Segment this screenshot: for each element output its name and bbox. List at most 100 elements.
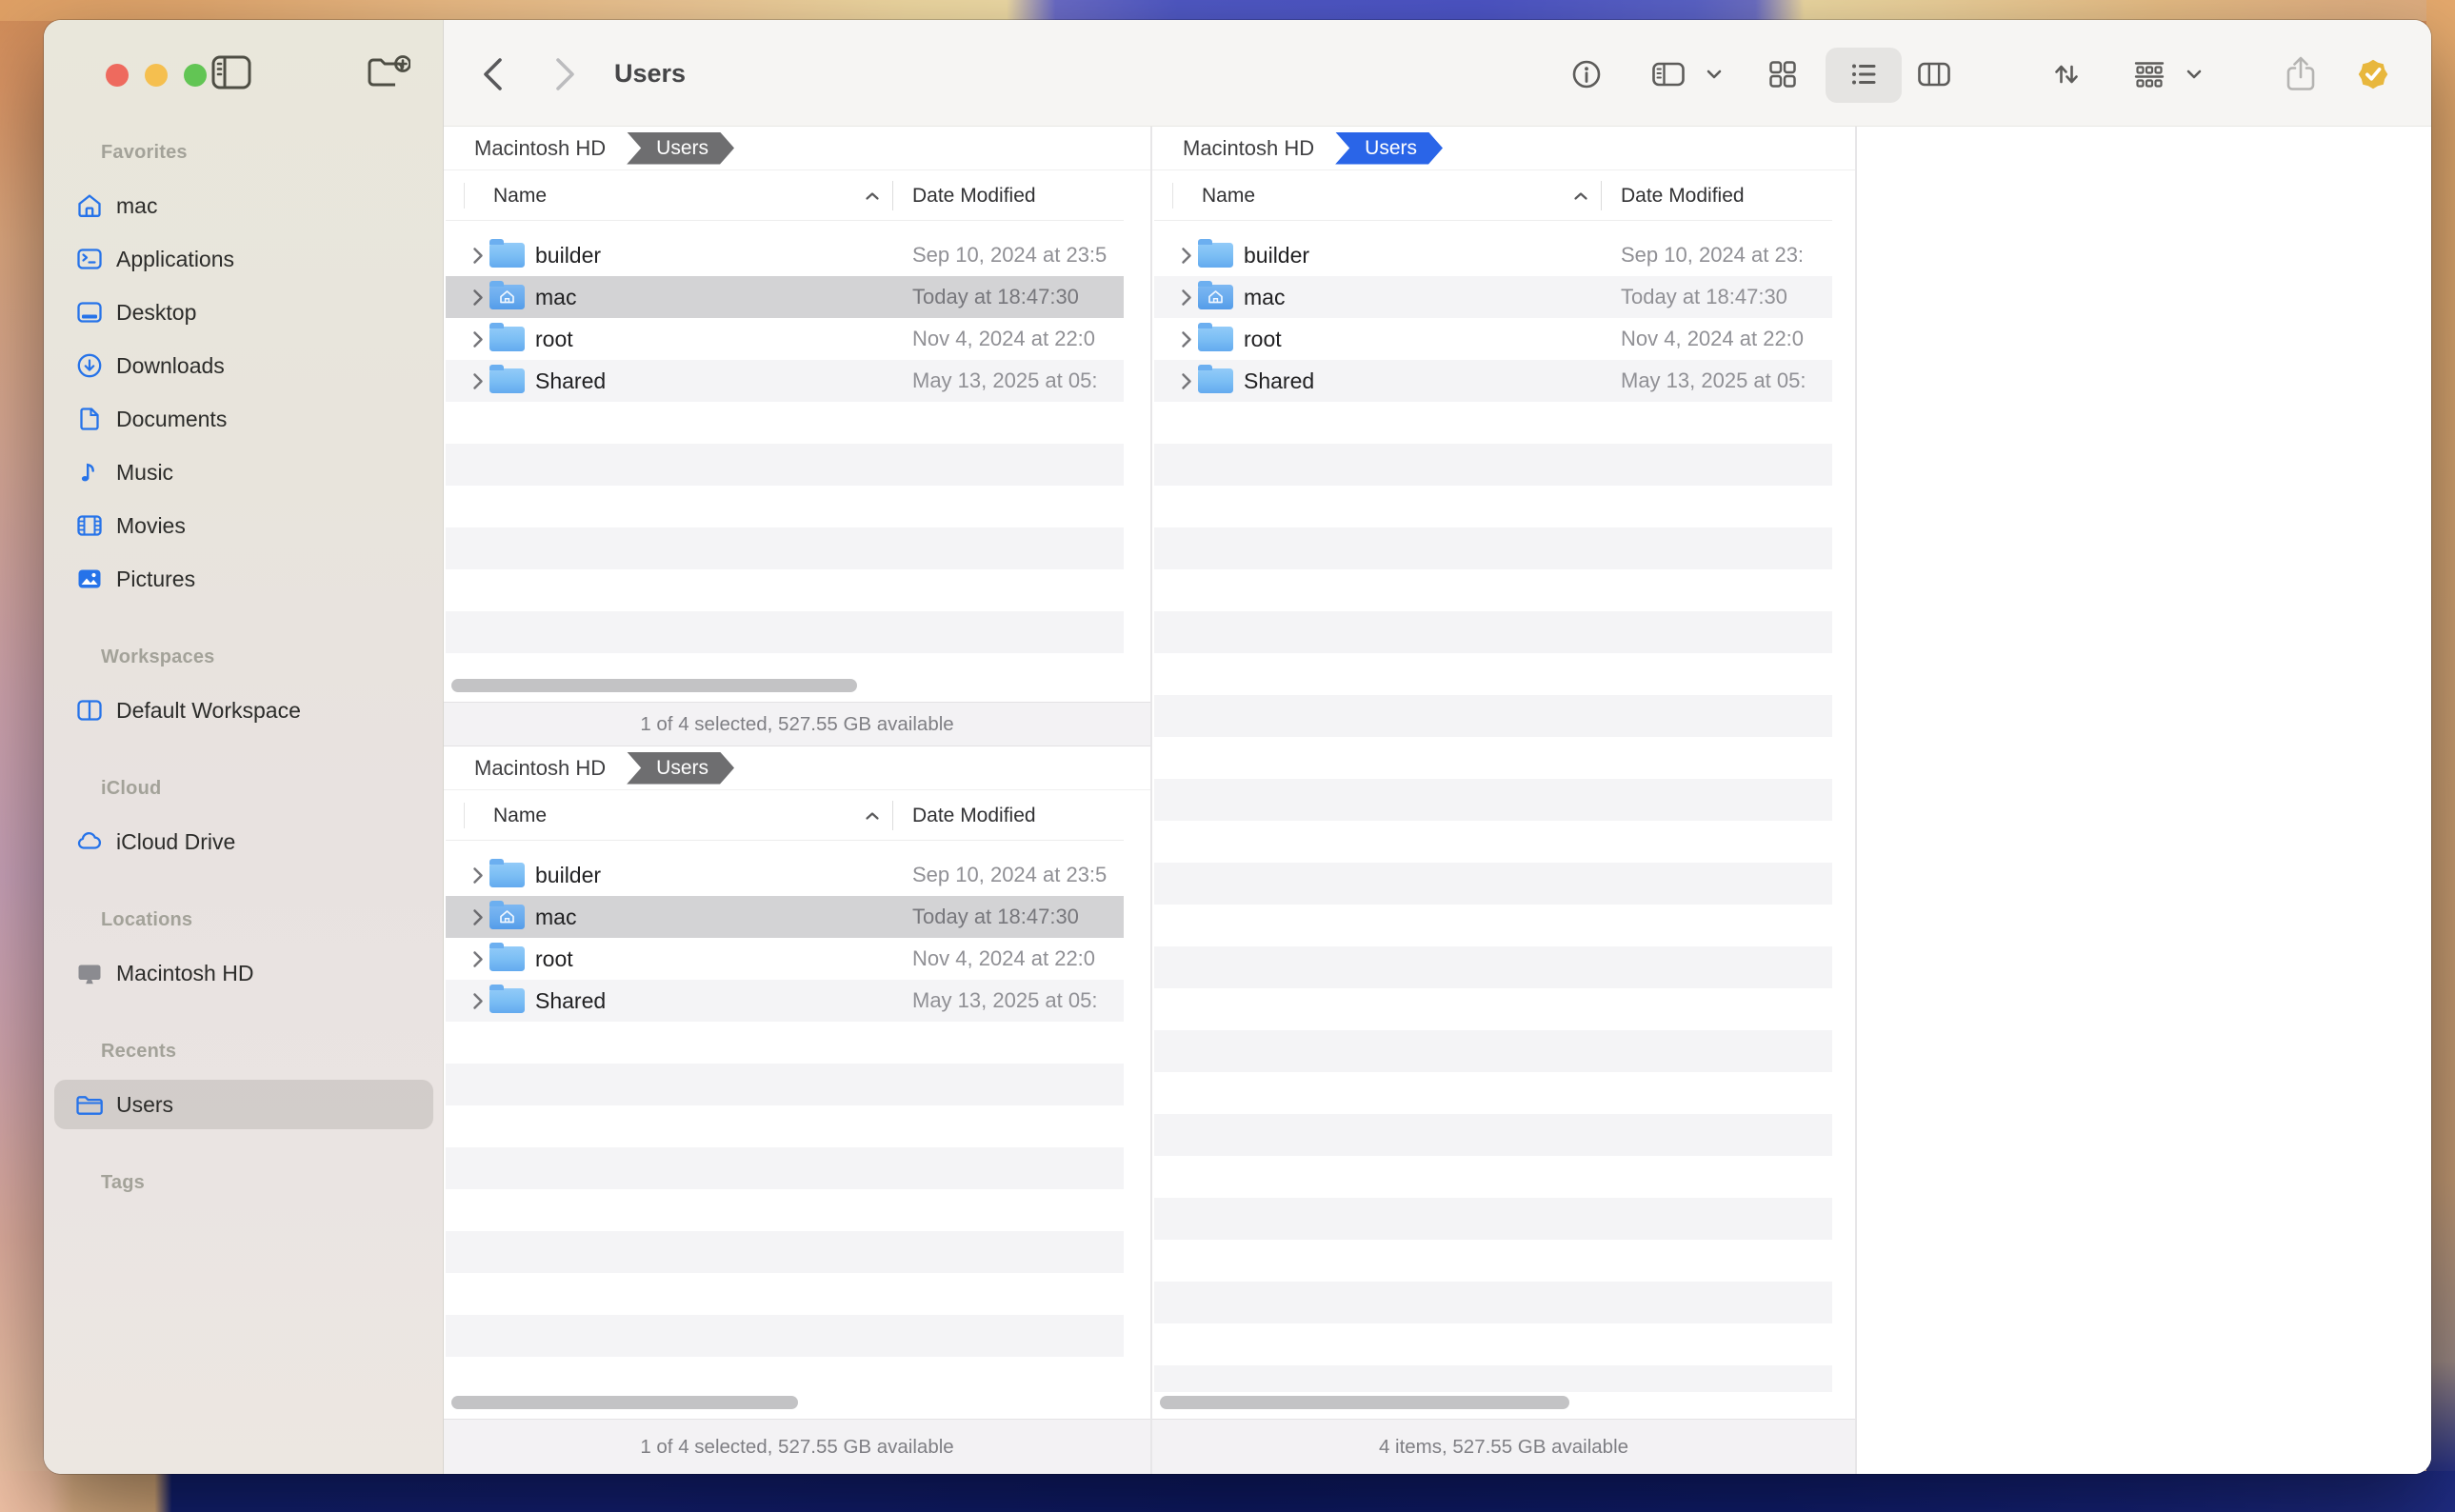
- document-icon: [74, 404, 105, 434]
- group-button[interactable]: [2128, 53, 2170, 95]
- sidebar-item-applications[interactable]: Applications: [54, 234, 433, 284]
- file-date: Nov 4, 2024 at 22:0: [912, 946, 1095, 971]
- close-button[interactable]: [106, 64, 129, 87]
- forward-button[interactable]: [545, 53, 587, 95]
- file-row-shared[interactable]: Shared May 13, 2025 at 05:: [446, 980, 1124, 1022]
- file-row-builder[interactable]: builder Sep 10, 2024 at 23:5: [446, 234, 1124, 276]
- zoom-button[interactable]: [184, 64, 207, 87]
- horizontal-scrollbar[interactable]: [451, 679, 857, 692]
- sidebar-item-documents[interactable]: Documents: [54, 394, 433, 444]
- minimize-button[interactable]: [145, 64, 168, 87]
- file-name: Shared: [535, 988, 606, 1014]
- share-button[interactable]: [2280, 51, 2322, 97]
- split-view-button[interactable]: [1647, 53, 1689, 95]
- column-header-name[interactable]: Name: [1202, 170, 1255, 221]
- group-menu-button[interactable]: [2181, 64, 2207, 85]
- sidebar-item-desktop[interactable]: Desktop: [54, 288, 433, 337]
- status-bar: 1 of 4 selected, 527.55 GB available: [444, 702, 1150, 746]
- file-row-builder[interactable]: builder Sep 10, 2024 at 23:5: [446, 854, 1124, 896]
- sidebar-item-label: Default Workspace: [116, 698, 301, 724]
- column-header-date[interactable]: Date Modified: [912, 170, 1036, 221]
- home-folder-icon: [489, 905, 525, 929]
- file-row-shared[interactable]: Shared May 13, 2025 at 05:: [1154, 360, 1832, 402]
- file-row-shared[interactable]: Shared May 13, 2025 at 05:: [446, 360, 1124, 402]
- column-header-row: Name Date Modified: [446, 790, 1124, 841]
- column-divider[interactable]: [1601, 181, 1602, 210]
- disclosure-chevron-icon[interactable]: [1181, 288, 1192, 307]
- disclosure-chevron-icon[interactable]: [472, 908, 484, 926]
- sidebar-item-icloud-drive[interactable]: iCloud Drive: [54, 817, 433, 866]
- sidebar-item-mac[interactable]: mac: [54, 181, 433, 230]
- disclosure-chevron-icon[interactable]: [472, 950, 484, 968]
- sidebar-item-macintosh-hd[interactable]: Macintosh HD: [54, 948, 433, 998]
- toggle-sidebar-button[interactable]: [210, 50, 253, 94]
- disclosure-chevron-icon[interactable]: [472, 288, 484, 307]
- folder-icon: [74, 1089, 105, 1120]
- file-row-mac[interactable]: mac Today at 18:47:30: [446, 276, 1124, 318]
- verified-badge-button[interactable]: [2352, 53, 2394, 95]
- get-info-button[interactable]: [1566, 53, 1607, 95]
- sidebar-item-users[interactable]: Users: [54, 1080, 433, 1129]
- column-header-name[interactable]: Name: [493, 790, 547, 841]
- sidebar-section-recents: Recents: [101, 1041, 176, 1063]
- disclosure-chevron-icon[interactable]: [1181, 372, 1192, 390]
- sidebar-item-label: Desktop: [116, 300, 196, 326]
- column-divider[interactable]: [892, 801, 893, 830]
- column-header-row: Name Date Modified: [446, 170, 1124, 221]
- back-button[interactable]: [471, 53, 513, 95]
- breadcrumb-volume[interactable]: Macintosh HD: [474, 756, 606, 781]
- disclosure-chevron-icon[interactable]: [472, 372, 484, 390]
- folder-icon: [1198, 243, 1233, 268]
- new-folder-icon: [367, 53, 410, 91]
- disclosure-chevron-icon[interactable]: [1181, 247, 1192, 265]
- sidebar-item-movies[interactable]: Movies: [54, 501, 433, 550]
- column-view-button[interactable]: [1913, 53, 1955, 95]
- disclosure-chevron-icon[interactable]: [472, 866, 484, 885]
- info-icon: [1566, 53, 1607, 95]
- folder-icon: [1198, 327, 1233, 351]
- file-row-builder[interactable]: builder Sep 10, 2024 at 23:: [1154, 234, 1832, 276]
- film-icon: [74, 510, 105, 541]
- icon-view-button[interactable]: [1762, 53, 1804, 95]
- sidebar-item-downloads[interactable]: Downloads: [54, 341, 433, 390]
- disclosure-chevron-icon[interactable]: [472, 992, 484, 1010]
- column-divider[interactable]: [892, 181, 893, 210]
- sidebar-item-music[interactable]: Music: [54, 448, 433, 497]
- file-name: root: [535, 327, 573, 352]
- sort-button[interactable]: [2046, 53, 2087, 95]
- disclosure-chevron-icon[interactable]: [1181, 330, 1192, 348]
- breadcrumb-current-tag[interactable]: Users: [1335, 132, 1443, 165]
- cloud-icon: [74, 826, 105, 857]
- pane-right: Macintosh HD Users Name Date Modified bu…: [1152, 127, 1855, 1474]
- horizontal-scrollbar[interactable]: [451, 1396, 798, 1409]
- folder-icon: [1198, 368, 1233, 393]
- status-text: 4 items, 527.55 GB available: [1379, 1436, 1628, 1459]
- terminal-icon: [74, 244, 105, 274]
- breadcrumb-volume[interactable]: Macintosh HD: [1183, 136, 1314, 161]
- column-header-date[interactable]: Date Modified: [1621, 170, 1745, 221]
- breadcrumb: Macintosh HD Users: [1152, 127, 1855, 170]
- split-view-menu-button[interactable]: [1701, 64, 1727, 85]
- file-row-mac[interactable]: mac Today at 18:47:30: [446, 896, 1124, 938]
- breadcrumb-current-tag[interactable]: Users: [627, 132, 734, 165]
- list-view-button[interactable]: [1843, 53, 1885, 95]
- sidebar-item-pictures[interactable]: Pictures: [54, 554, 433, 604]
- breadcrumb-volume[interactable]: Macintosh HD: [474, 136, 606, 161]
- column-header-date[interactable]: Date Modified: [912, 790, 1036, 841]
- horizontal-scrollbar[interactable]: [1160, 1396, 1569, 1409]
- sidebar-item-default-workspace[interactable]: Default Workspace: [54, 686, 433, 735]
- file-row-root[interactable]: root Nov 4, 2024 at 22:0: [1154, 318, 1832, 360]
- file-row-root[interactable]: root Nov 4, 2024 at 22:0: [446, 318, 1124, 360]
- breadcrumb-current-tag[interactable]: Users: [627, 752, 734, 785]
- file-row-root[interactable]: root Nov 4, 2024 at 22:0: [446, 938, 1124, 980]
- column-header-name[interactable]: Name: [493, 170, 547, 221]
- disclosure-chevron-icon[interactable]: [472, 247, 484, 265]
- column-header-row: Name Date Modified: [1154, 170, 1832, 221]
- file-name: root: [535, 946, 573, 972]
- file-row-mac[interactable]: mac Today at 18:47:30: [1154, 276, 1832, 318]
- new-folder-button[interactable]: [367, 50, 410, 94]
- sidebar-item-label: Applications: [116, 247, 234, 272]
- disclosure-chevron-icon[interactable]: [472, 330, 484, 348]
- home-icon: [74, 190, 105, 221]
- download-circle-icon: [74, 350, 105, 381]
